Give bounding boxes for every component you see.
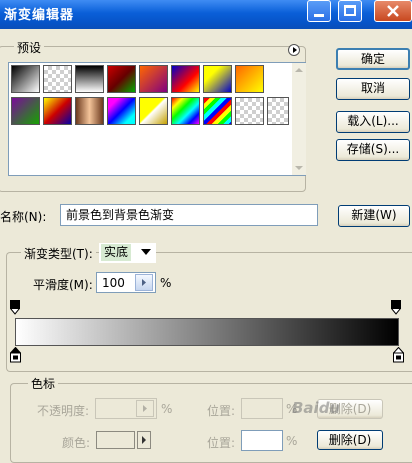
preset-swatch[interactable] [75,65,104,93]
stop-opacity-input[interactable] [95,398,157,419]
color-stop-left[interactable] [9,346,22,363]
arrow-right-icon [142,436,146,444]
title-bar[interactable]: 渐变编辑器 [0,0,412,29]
stop-color-menu-button[interactable] [137,431,151,449]
minimize-icon [314,14,324,17]
preset-swatch[interactable] [267,97,289,125]
stops-label: 色标 [28,375,59,392]
maximize-icon [344,5,356,16]
cancel-button[interactable]: 取消 [336,78,410,100]
preset-swatch[interactable] [235,65,264,93]
stop-opacity-position-label: 位置: [207,404,236,418]
arrow-right-icon [143,405,147,412]
load-button[interactable]: 载入(L)... [336,111,410,133]
name-input[interactable]: 前景色到背景色渐变 [60,204,318,226]
preset-swatch[interactable] [43,97,72,125]
color-stop-icon [9,346,22,363]
smoothness-value: 100 [102,276,125,290]
preset-swatch[interactable] [203,65,232,93]
dropdown-arrow-icon [141,249,151,255]
opacity-stop-icon [9,300,21,315]
save-button[interactable]: 存储(S)... [336,139,410,161]
gradient-group [6,252,412,372]
stop-color-position-input[interactable] [241,430,283,451]
opacity-stop-icon [390,300,402,315]
name-label: 名称(N): [0,210,47,224]
stop-opacity-unit: % [161,402,173,416]
stop-color-swatch[interactable] [96,431,135,449]
preset-swatch[interactable] [107,65,136,93]
minimize-button[interactable] [307,0,331,22]
smoothness-label: 平滑度(M): [33,278,93,292]
gradient-type-value: 实底 [101,244,132,261]
gradient-type-label: 渐变类型(T): [21,245,96,262]
ok-button[interactable]: 确定 [336,48,410,70]
watermark-text: Baidu [292,399,341,417]
preset-swatch[interactable] [203,97,232,125]
stop-opacity-label: 不透明度: [37,404,90,418]
stop-color-label: 颜色: [62,436,91,450]
preset-swatch[interactable] [75,97,104,125]
smoothness-slider-button[interactable] [135,274,153,291]
gradient-preview-bar[interactable] [15,318,399,346]
preset-swatch[interactable] [139,97,168,125]
delete-color-stop-button[interactable]: 删除(D) [317,430,383,450]
new-button[interactable]: 新建(W) [338,205,410,227]
smoothness-input[interactable]: 100 [96,272,156,293]
preset-swatch[interactable] [171,97,200,125]
smoothness-unit: % [160,276,172,290]
arrow-right-icon [142,279,146,286]
stops-group [10,383,412,463]
preset-swatch[interactable] [139,65,168,93]
arrow-right-icon [293,47,297,53]
opacity-stop-right[interactable] [390,300,402,316]
opacity-stop-left[interactable] [9,300,21,316]
arrow-down-icon [295,166,303,170]
color-stop-right[interactable] [392,346,405,363]
close-icon [387,5,399,17]
close-button[interactable] [374,0,412,22]
maximize-button[interactable] [338,0,362,22]
presets-menu-button[interactable] [288,44,300,56]
preset-swatch[interactable] [43,65,72,93]
gradient-type-select[interactable]: 实底 [99,243,156,263]
preset-swatch[interactable] [11,97,40,125]
stop-color-position-label: 位置: [207,436,236,450]
scroll-up-button[interactable] [292,63,306,77]
presets-scrollbar[interactable] [292,63,306,175]
arrow-up-icon [295,68,303,72]
preset-swatch[interactable] [107,97,136,125]
stop-opacity-slider-button[interactable] [136,400,154,417]
presets-label: 预设 [14,39,45,56]
stop-opacity-position-input[interactable] [241,398,283,419]
preset-swatch[interactable] [235,97,264,125]
preset-swatch[interactable] [171,65,200,93]
color-stop-icon [392,346,405,363]
preset-swatch[interactable] [11,65,40,93]
window-title: 渐变编辑器 [4,8,75,23]
scroll-down-button[interactable] [292,161,306,175]
stop-color-position-unit: % [286,434,298,448]
